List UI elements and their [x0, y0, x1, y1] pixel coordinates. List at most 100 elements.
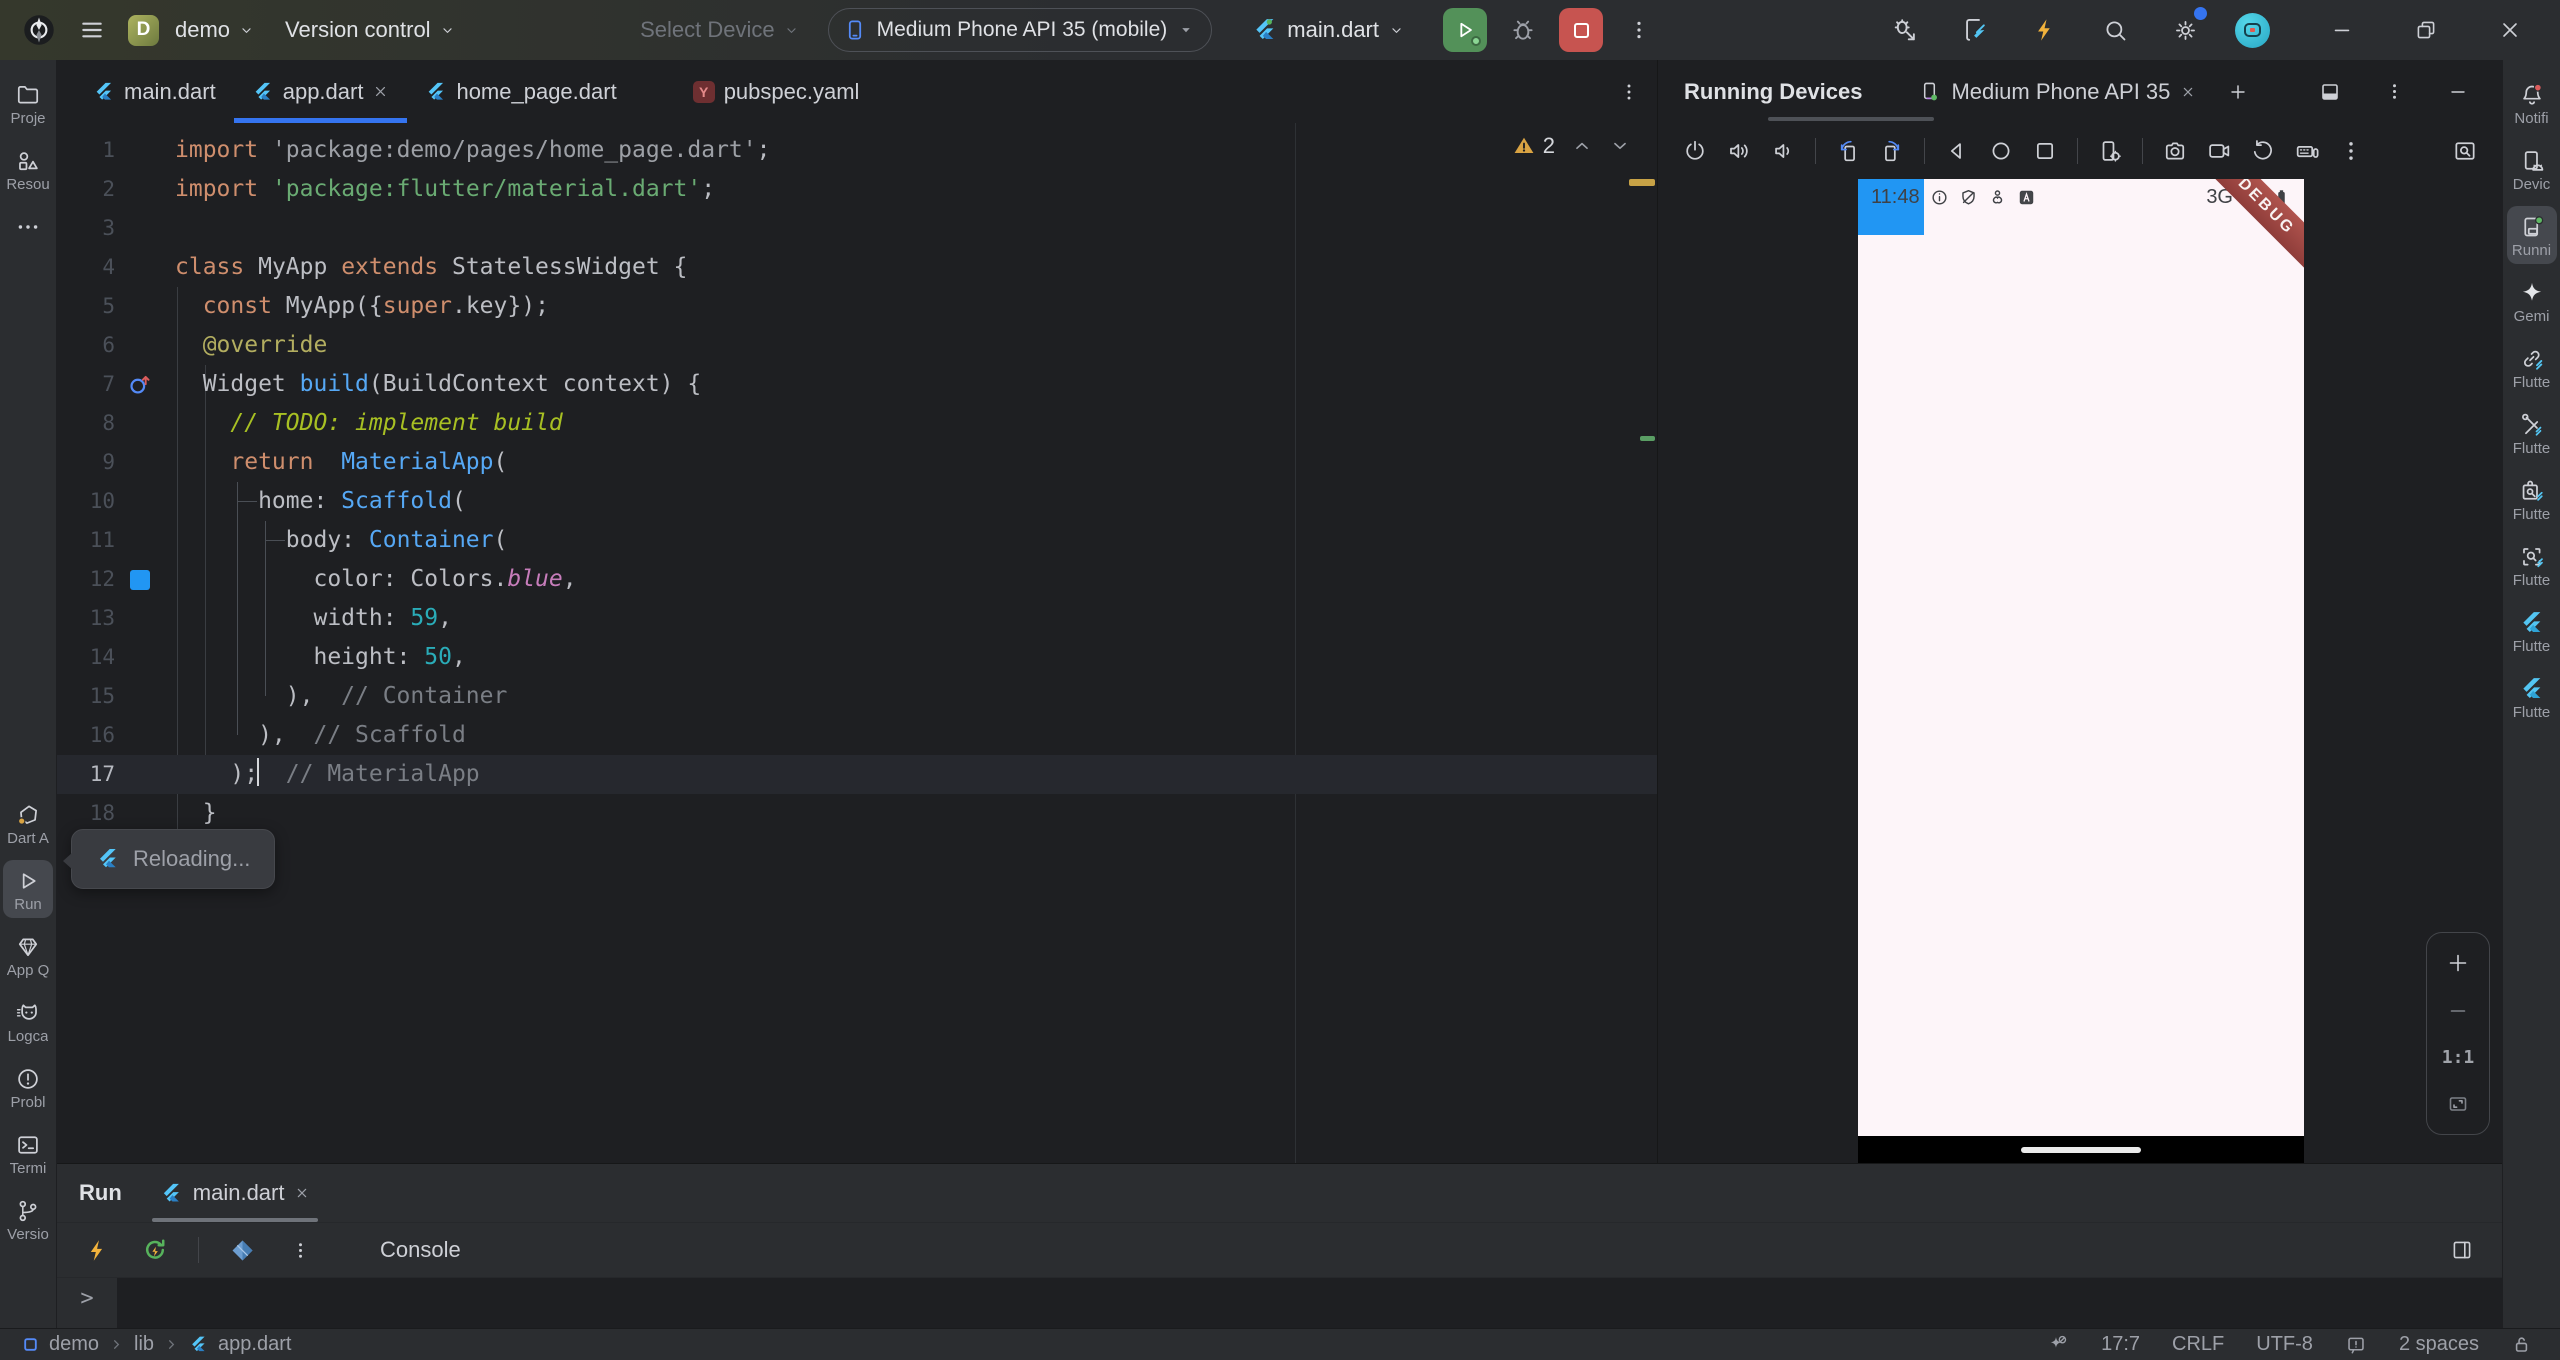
- fit-to-window-icon[interactable]: [2446, 1092, 2470, 1116]
- zoom-mode-button[interactable]: [2448, 134, 2482, 168]
- stripe-item-flutter-tools[interactable]: Flutte: [2507, 404, 2557, 462]
- code-line-16[interactable]: 16 ), // Scaffold: [57, 716, 1657, 755]
- code-line-17[interactable]: 17 ); // MaterialApp: [57, 755, 1657, 794]
- tab-pubspec-yaml[interactable]: Y pubspec.yaml: [675, 60, 878, 123]
- stripe-item-flutter-frames[interactable]: Flutte: [2507, 668, 2557, 726]
- stripe-item-running-devices[interactable]: Runni: [2506, 206, 2557, 264]
- window-close-button[interactable]: [2490, 10, 2530, 50]
- gesture-pill[interactable]: [2021, 1146, 2141, 1153]
- home-button[interactable]: [1984, 134, 2018, 168]
- stripe-item-notifications[interactable]: Notifi: [2507, 74, 2557, 132]
- power-button[interactable]: [1678, 134, 1712, 168]
- unlocked-icon[interactable]: [2511, 1334, 2532, 1355]
- panel-layout-button[interactable]: [2442, 1230, 2482, 1270]
- line-separator[interactable]: CRLF: [2172, 1333, 2224, 1356]
- settings-button[interactable]: [2165, 7, 2207, 50]
- run-button[interactable]: [1443, 8, 1487, 52]
- code-line-1[interactable]: 1 import 'package:demo/pages/home_page.da…: [57, 131, 1657, 170]
- flutter-attach-button[interactable]: [1955, 10, 1995, 50]
- breadcrumb-dir[interactable]: lib: [134, 1333, 154, 1356]
- code-editor[interactable]: 1 import 'package:demo/pages/home_page.da…: [57, 123, 1657, 1163]
- code-line-18[interactable]: 18 }: [57, 794, 1657, 833]
- stripe-item-more-tool-windows[interactable]: [3, 206, 53, 245]
- rotate-left-button[interactable]: [1831, 134, 1865, 168]
- tab-scrollbar-thumb[interactable]: [1768, 117, 1934, 121]
- zoom-in-icon[interactable]: [2446, 951, 2470, 975]
- select-device-dropdown[interactable]: Select Device: [640, 17, 800, 43]
- code-line-5[interactable]: 5 const MyApp({super.key});: [57, 287, 1657, 326]
- stripe-item-flutter-property-editor[interactable]: Flutte: [2507, 338, 2557, 396]
- console-options-menu[interactable]: [280, 1230, 320, 1270]
- dock-panel-button[interactable]: [2310, 72, 2350, 112]
- project-selector[interactable]: demo: [175, 17, 255, 43]
- debug-button[interactable]: [1503, 10, 1543, 50]
- console-prompt[interactable]: >: [57, 1278, 117, 1328]
- rotate-right-button[interactable]: [1875, 134, 1909, 168]
- stripe-item-app-quality-insights[interactable]: App Q: [3, 926, 53, 984]
- close-tab-icon[interactable]: [2180, 84, 2196, 100]
- reset-button[interactable]: [2246, 134, 2280, 168]
- code-line-7[interactable]: 7 Widget build(BuildContext context) {: [57, 365, 1657, 404]
- back-button[interactable]: [1940, 134, 1974, 168]
- code-line-10[interactable]: 10 home: Scaffold(: [57, 482, 1657, 521]
- next-problem-icon[interactable]: [1609, 135, 1631, 157]
- zoom-actual-size[interactable]: 1:1: [2442, 1047, 2475, 1068]
- code-line-6[interactable]: 6 @override: [57, 326, 1657, 365]
- avatar[interactable]: [2235, 12, 2270, 48]
- window-restore-button[interactable]: [2406, 10, 2446, 50]
- emulator-display[interactable]: 11:48 3G DEBUG: [1858, 179, 2304, 1163]
- attach-debugger-button[interactable]: [1885, 10, 1925, 50]
- zoom-out-icon[interactable]: [2446, 999, 2470, 1023]
- code-line-12[interactable]: 12 color: Colors.blue,: [57, 560, 1657, 599]
- kebab-button[interactable]: [2334, 134, 2368, 168]
- caret-position[interactable]: 17:7: [2101, 1333, 2140, 1356]
- window-minimize-button[interactable]: [2322, 10, 2362, 50]
- stripe-item-flutter-inspector[interactable]: Flutte: [2507, 536, 2557, 594]
- hot-restart-button[interactable]: [135, 1230, 175, 1270]
- code-line-2[interactable]: 2 import 'package:flutter/material.dart';: [57, 170, 1657, 209]
- close-tab-icon[interactable]: [372, 83, 389, 100]
- volume-up-button[interactable]: [1722, 134, 1756, 168]
- add-device-tab-button[interactable]: [2218, 72, 2258, 112]
- file-encoding[interactable]: UTF-8: [2256, 1333, 2313, 1356]
- code-line-4[interactable]: 4 class MyApp extends StatelessWidget {: [57, 248, 1657, 287]
- stripe-item-version-control[interactable]: Versio: [3, 1190, 53, 1248]
- editor-tab-options-menu[interactable]: [1609, 72, 1649, 112]
- overview-button[interactable]: [2028, 134, 2062, 168]
- stripe-item-flutter-outline[interactable]: Flutte: [2507, 470, 2557, 528]
- stripe-item-gemini[interactable]: Gemi: [2507, 272, 2557, 330]
- main-menu-hamburger[interactable]: [72, 10, 112, 50]
- tab-home-page-dart[interactable]: home_page.dart: [407, 60, 634, 123]
- prev-problem-icon[interactable]: [1571, 135, 1593, 157]
- stripe-item-problems[interactable]: Probl: [3, 1058, 53, 1116]
- code-line-3[interactable]: 3: [57, 209, 1657, 248]
- run-config-selector[interactable]: main.dart: [1252, 17, 1405, 43]
- open-devtools-button[interactable]: [222, 1230, 262, 1270]
- console-output[interactable]: >: [57, 1277, 2502, 1328]
- code-line-15[interactable]: 15 ), // Container: [57, 677, 1657, 716]
- stripe-item-logcat[interactable]: Logca: [3, 992, 53, 1050]
- device-selector-dropdown[interactable]: Medium Phone API 35 (mobile): [827, 8, 1213, 52]
- stripe-item-resource-manager[interactable]: Resou: [3, 140, 53, 198]
- stripe-item-dart-analysis[interactable]: Dart A: [3, 794, 53, 852]
- inspections-widget[interactable]: 2: [1512, 133, 1631, 159]
- code-line-11[interactable]: 11 body: Container(: [57, 521, 1657, 560]
- code-line-19[interactable]: 19}: [57, 833, 1657, 872]
- code-line-8[interactable]: 8 // TODO: implement build: [57, 404, 1657, 443]
- code-line-9[interactable]: 9 return MaterialApp(: [57, 443, 1657, 482]
- vcs-widget[interactable]: Version control: [285, 17, 456, 43]
- console-label[interactable]: Console: [380, 1237, 461, 1263]
- code-line-13[interactable]: 13 width: 59,: [57, 599, 1657, 638]
- stripe-item-run[interactable]: Run: [3, 860, 53, 918]
- run-tab-main-dart[interactable]: main.dart: [151, 1164, 319, 1222]
- color-preview-swatch[interactable]: [130, 569, 150, 590]
- tab-app-dart[interactable]: app.dart: [233, 60, 408, 123]
- search-everywhere-button[interactable]: [2095, 10, 2135, 50]
- volume-down-button[interactable]: [1766, 134, 1800, 168]
- device-settings-button[interactable]: [2093, 134, 2127, 168]
- close-tab-icon[interactable]: [294, 1185, 310, 1201]
- hot-reload-button[interactable]: [2025, 10, 2065, 50]
- indent-setting[interactable]: 2 spaces: [2399, 1333, 2479, 1356]
- ai-assist-disabled-icon[interactable]: [2047, 1334, 2069, 1356]
- screenshot-button[interactable]: [2158, 134, 2192, 168]
